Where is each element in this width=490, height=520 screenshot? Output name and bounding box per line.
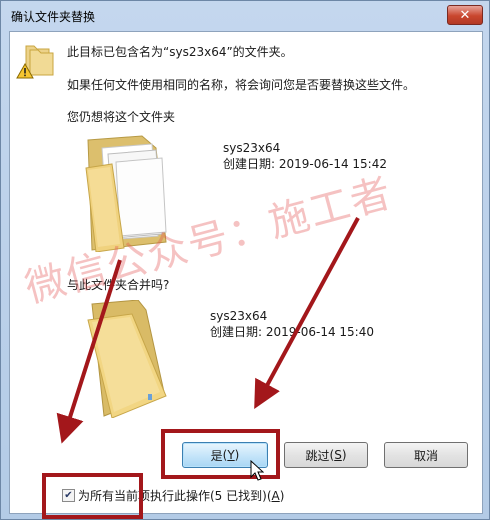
skip-button[interactable]: 跳过(S) [284, 442, 368, 468]
confirm-folder-replace-dialog: 确认文件夹替换 ✕ 此目标已包含名为“sys23x64”的文件夹。 如果任何文件… [0, 0, 490, 520]
target-folder-info: sys23x64 创建日期: 2019-06-14 15:42 [223, 140, 387, 172]
apply-to-all-checkbox[interactable]: ✔ [62, 489, 75, 502]
apply-to-all-label: 为所有当前项执行此操作(5 已找到) [78, 489, 267, 503]
source-folder-date: 创建日期: 2019-06-14 15:40 [210, 325, 374, 339]
yes-button-label: 是 [210, 448, 223, 463]
source-folder-info: sys23x64 创建日期: 2019-06-14 15:40 [210, 308, 374, 340]
title-bar[interactable]: 确认文件夹替换 ✕ [1, 1, 489, 31]
cancel-button[interactable]: 取消 [384, 442, 468, 468]
warning-folder-icon [16, 45, 54, 79]
folder-icon[interactable] [82, 300, 174, 418]
dialog-content: 此目标已包含名为“sys23x64”的文件夹。 如果任何文件使用相同的名称，将会… [9, 31, 483, 514]
cancel-button-label: 取消 [413, 448, 438, 463]
yes-button[interactable]: 是(Y) [182, 442, 268, 468]
check-mark-icon: ✔ [64, 489, 73, 501]
target-folder-date: 创建日期: 2019-06-14 15:42 [223, 157, 387, 171]
close-icon: ✕ [459, 7, 471, 23]
skip-button-label: 跳过 [305, 448, 330, 463]
target-folder-name: sys23x64 [223, 141, 281, 155]
message-line-3: 您仍想将这个文件夹 [67, 110, 176, 124]
source-folder-name: sys23x64 [210, 309, 268, 323]
message-line-1: 此目标已包含名为“sys23x64”的文件夹。 [67, 45, 293, 59]
close-button[interactable]: ✕ [447, 5, 483, 25]
merge-question: 与此文件夹合并吗? [67, 278, 170, 292]
apply-to-all-row[interactable]: ✔ 为所有当前项执行此操作(5 已找到)(A) [62, 487, 284, 504]
message-line-2: 如果任何文件使用相同的名称，将会询问您是否要替换这些文件。 [67, 78, 416, 92]
window-title: 确认文件夹替换 [11, 10, 96, 24]
yes-button-key: Y [227, 448, 235, 462]
skip-button-key: S [334, 448, 342, 462]
apply-to-all-key: A [271, 488, 280, 503]
folder-with-files-icon[interactable] [82, 134, 174, 252]
